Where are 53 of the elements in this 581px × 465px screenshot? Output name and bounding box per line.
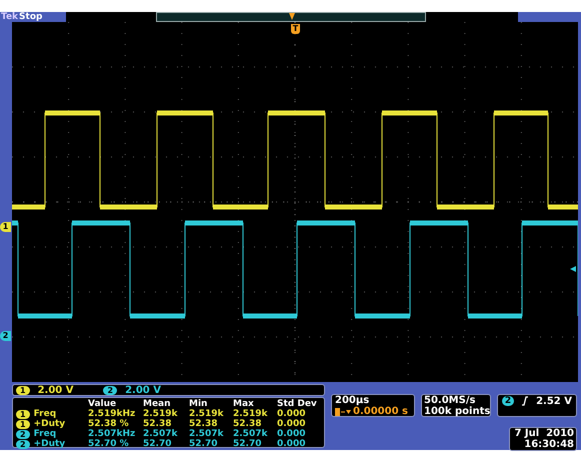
acquisition-status: Stop — [18, 12, 44, 22]
channel-badge: 1 — [16, 420, 30, 428]
table-cell-text: 0.000 — [277, 439, 306, 449]
channel-badge: 1 — [16, 410, 30, 418]
channel-badge: 2 — [16, 430, 30, 438]
table-cell-text: 2.507kHz — [88, 429, 136, 439]
table-cell-text: 52.38 — [143, 419, 172, 429]
horizontal-scale: 200µs — [335, 395, 370, 406]
table-cell-text: 52.38 % — [88, 419, 130, 429]
record-length: 100k points — [424, 406, 488, 417]
table-cell-text: 52.70 — [143, 439, 172, 449]
table-cell-text: 52.70 — [189, 439, 218, 449]
rising-edge-icon — [522, 396, 528, 406]
sample-rate: 50.0MS/s — [424, 395, 476, 406]
channel-badge[interactable]: 2 — [103, 386, 118, 394]
trigger-level: 2.52 V — [536, 396, 572, 407]
measurement-name: Freq — [34, 429, 56, 439]
trigger-position: 0.00000 s — [353, 406, 408, 417]
table-cell-text: 0.000 — [277, 429, 306, 439]
vertical-scale: 2.00 V — [38, 384, 74, 396]
table-cell-text: 52.70 — [233, 439, 262, 449]
measurement-name: +Duty — [34, 419, 66, 429]
measurement-name: Freq — [34, 409, 56, 419]
date: 7 Jul 2010 — [513, 428, 574, 439]
table-cell-text: 2.507k — [143, 429, 178, 439]
trigger-level-icon — [570, 266, 576, 272]
vertical-scale: 2.00 V — [125, 384, 161, 396]
trigger-marker: T — [291, 24, 300, 34]
channel-marker[interactable]: 1 — [0, 222, 11, 232]
trigger-delay-icon — [335, 408, 351, 416]
column-header: Min — [189, 399, 208, 409]
table-cell-text: 52.70 % — [88, 439, 130, 449]
table-cell-text: 2.507k — [189, 429, 224, 439]
brand-logo: Tek — [0, 12, 18, 22]
column-header: Std Dev — [277, 399, 318, 409]
trigger-source: 2 — [502, 396, 514, 406]
column-header: Max — [233, 399, 255, 409]
table-cell-text: 2.519kHz — [88, 409, 136, 419]
measurement-name: +Duty — [34, 439, 66, 449]
table-cell-text: 2.519k — [143, 409, 178, 419]
column-header: Mean — [143, 399, 172, 409]
table-cell-text: 0.000 — [277, 419, 306, 429]
table-cell-text: 2.519k — [233, 409, 268, 419]
table-cell-text: 52.38 — [233, 419, 262, 429]
column-header: Value — [88, 399, 118, 409]
table-cell-text: 2.507k — [233, 429, 268, 439]
channel-marker[interactable]: 2 — [0, 331, 11, 341]
table-cell-text: 52.38 — [189, 419, 218, 429]
table-cell-text: 0.000 — [277, 409, 306, 419]
time: 16:30:48 — [523, 439, 574, 450]
table-cell-text: 2.519k — [189, 409, 224, 419]
channel-badge: 2 — [16, 440, 30, 448]
channel-badge[interactable]: 1 — [16, 386, 30, 394]
